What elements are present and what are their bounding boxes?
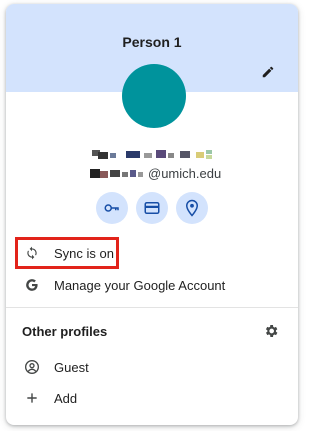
pencil-icon <box>262 66 274 78</box>
manage-google-account-item[interactable]: Manage your Google Account <box>6 271 298 299</box>
divider <box>6 307 298 308</box>
other-profiles-heading: Other profiles <box>22 324 108 339</box>
addresses-button[interactable] <box>176 192 208 224</box>
passwords-button[interactable] <box>96 192 128 224</box>
profile-menu: Person 1 @umich.edu Sync is on Manage yo… <box>6 4 298 425</box>
guest-profile-item[interactable]: Guest <box>6 353 298 381</box>
sync-status-item[interactable]: Sync is on <box>6 239 298 267</box>
email-domain: @umich.edu <box>148 165 222 181</box>
avatar <box>122 64 186 128</box>
guest-label: Guest <box>54 359 89 375</box>
manage-label: Manage your Google Account <box>54 277 226 293</box>
edit-profile-button[interactable] <box>258 62 278 82</box>
add-profile-item[interactable]: Add <box>6 384 298 412</box>
sync-icon <box>24 245 40 261</box>
profile-name: Person 1 <box>122 34 182 50</box>
redacted-name <box>92 150 212 159</box>
account-email: @umich.edu <box>90 164 221 182</box>
plus-icon <box>24 390 40 406</box>
gear-icon <box>265 325 278 337</box>
payment-methods-button[interactable] <box>136 192 168 224</box>
person-circle-icon <box>24 359 40 375</box>
manage-profiles-button[interactable] <box>262 322 280 340</box>
add-label: Add <box>54 390 78 406</box>
location-pin-icon <box>185 199 199 217</box>
google-g-icon <box>24 277 40 293</box>
sync-label: Sync is on <box>54 245 114 261</box>
credit-card-icon <box>144 202 160 214</box>
redacted-email-user <box>90 169 143 178</box>
key-icon <box>104 204 119 212</box>
